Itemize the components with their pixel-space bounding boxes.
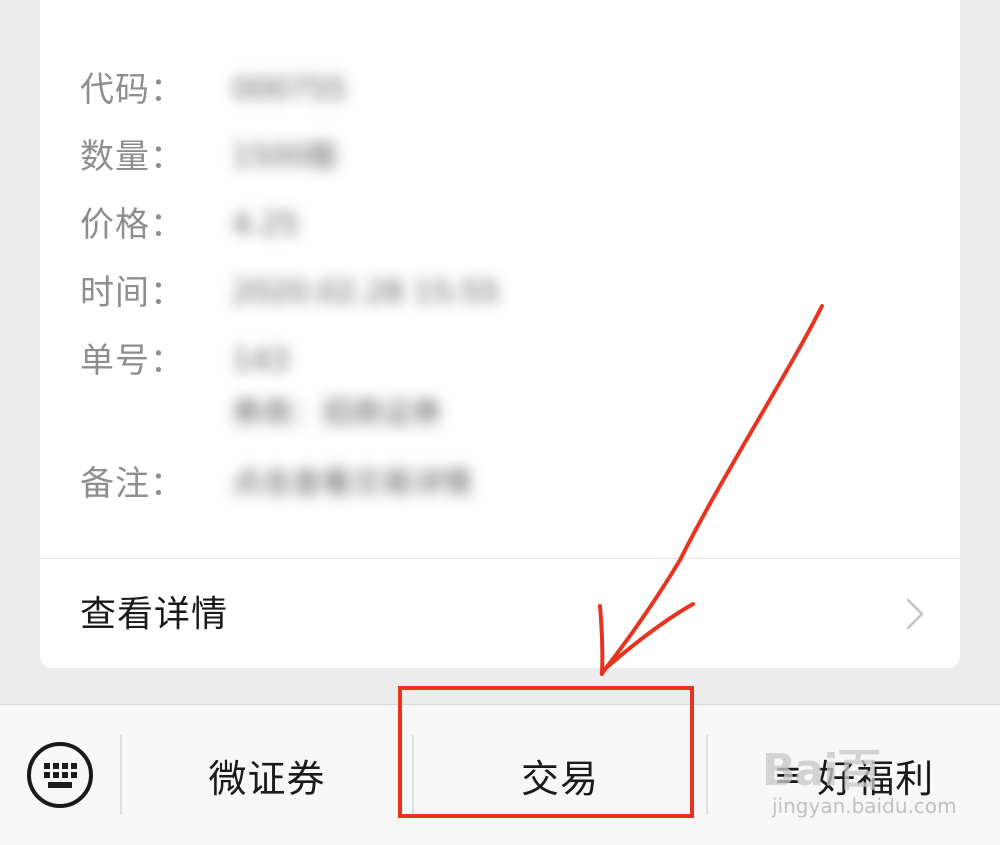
quantity-label: 数量： xyxy=(80,137,185,177)
menu-item-welfare[interactable]: ≡ 好福利 xyxy=(708,705,1000,845)
order-number-label: 单号： xyxy=(80,341,185,381)
view-details-label: 查看详情 xyxy=(80,594,229,635)
menu-list-icon: ≡ xyxy=(773,755,804,795)
time-label: 时间： xyxy=(80,273,185,313)
trade-notice-card: 代码： 000755 数量： 1500股 价格： 4.25 时间： 2020.0… xyxy=(40,0,960,668)
broker-value: 券商：招商证券 xyxy=(232,396,442,431)
chevron-right-icon xyxy=(906,598,924,630)
price-label: 价格： xyxy=(80,205,185,245)
keyboard-icon xyxy=(27,742,93,808)
view-details-link[interactable]: 查看详情 xyxy=(40,559,960,668)
menu-item-label: 微证券 xyxy=(208,756,326,801)
quantity-value: 1500股 xyxy=(232,139,339,174)
bottom-menu-bar: 微证券 交易 ≡ 好福利 xyxy=(0,704,1000,845)
remark-label: 备注： xyxy=(80,464,185,504)
price-value: 4.25 xyxy=(232,207,299,242)
code-label: 代码： xyxy=(80,70,185,110)
menu-item-label: 好福利 xyxy=(817,756,935,801)
order-number-value: 143 xyxy=(232,343,290,378)
menu-item-label: 交易 xyxy=(520,756,599,801)
keyboard-toggle-button[interactable] xyxy=(24,739,96,811)
remark-value: 点击查看交易详情 xyxy=(232,466,472,501)
menu-item-trade[interactable]: 交易 xyxy=(414,705,706,845)
menu-item-wei-zhengquan[interactable]: 微证券 xyxy=(122,705,412,845)
time-value: 2020.02.28 15:55 xyxy=(232,275,500,310)
code-value: 000755 xyxy=(232,72,347,107)
